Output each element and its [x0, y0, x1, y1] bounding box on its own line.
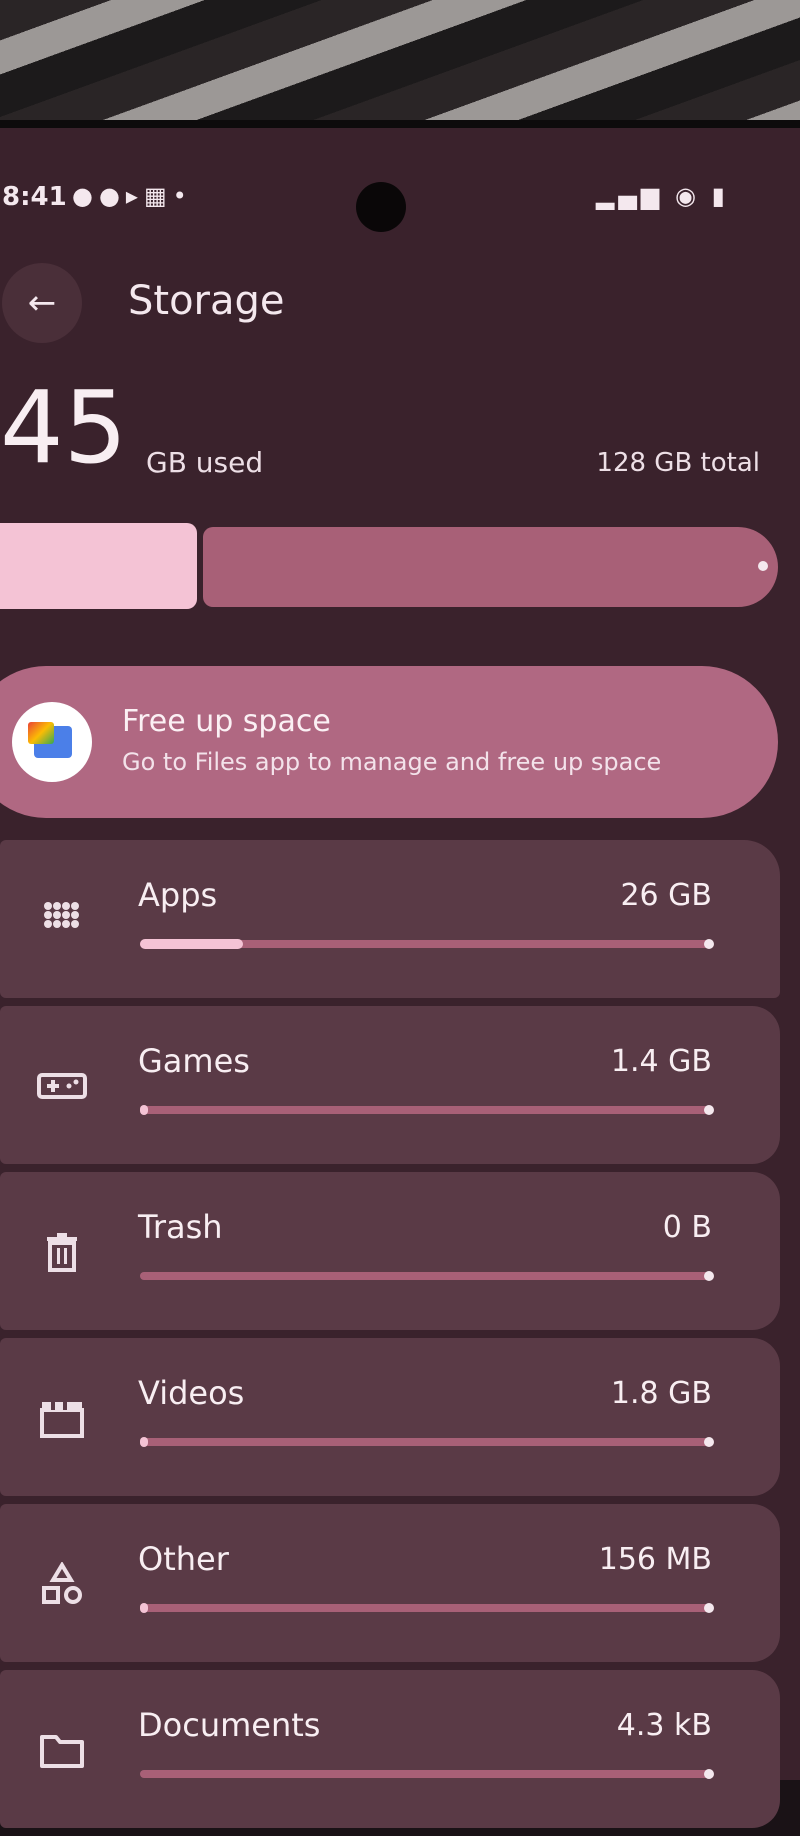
snapchat-icon: ● — [72, 182, 99, 210]
category-size: 0 B — [662, 1210, 712, 1245]
wifi-icon: ◉ — [675, 182, 700, 210]
category-bar-end-dot — [704, 1437, 714, 1447]
category-bar-end-dot — [704, 1769, 714, 1779]
category-label: Other — [138, 1540, 229, 1578]
category-usage-fill — [140, 1105, 148, 1115]
gallery-icon: ▦ — [143, 182, 173, 210]
category-size: 26 GB — [620, 878, 712, 913]
storage-free-track — [203, 527, 778, 607]
category-size: 1.8 GB — [610, 1376, 712, 1411]
apps-grid-icon — [32, 890, 92, 950]
status-time: 8:41 — [2, 182, 67, 212]
category-usage-fill — [140, 939, 243, 949]
category-size: 1.4 GB — [610, 1044, 712, 1079]
video-clapper-icon — [32, 1388, 92, 1448]
category-label: Documents — [138, 1706, 321, 1744]
system-icons: ▂▄▆ ◉ ▮ — [596, 182, 729, 210]
bing-icon: ▸ — [125, 182, 144, 210]
notification-icons: ●●▸▦• — [72, 182, 193, 210]
free-up-subtitle: Go to Files app to manage and free up sp… — [122, 748, 662, 776]
category-usage-bar — [140, 1603, 714, 1613]
photo-background — [0, 0, 800, 140]
files-icon-colors — [28, 722, 54, 744]
snapchat-icon: ● — [98, 182, 126, 210]
category-other[interactable]: Other 156 MB — [0, 1504, 780, 1662]
category-size: 4.3 kB — [616, 1708, 712, 1743]
page-title: Storage — [128, 278, 285, 324]
shapes-icon — [32, 1554, 92, 1614]
category-usage-bar — [140, 1271, 714, 1281]
category-label: Trash — [138, 1208, 223, 1246]
category-apps[interactable]: Apps 26 GB — [0, 840, 780, 998]
files-app-icon — [12, 702, 92, 782]
back-button[interactable]: ← — [2, 263, 82, 343]
storage-used-fill — [0, 523, 197, 609]
category-usage-bar — [140, 1105, 714, 1115]
category-size: 156 MB — [598, 1542, 712, 1577]
category-label: Games — [138, 1042, 250, 1080]
category-documents[interactable]: Documents 4.3 kB — [0, 1670, 780, 1828]
trash-icon — [32, 1222, 92, 1282]
category-usage-bar — [140, 939, 714, 949]
free-up-title: Free up space — [122, 704, 331, 739]
category-games[interactable]: Games 1.4 GB — [0, 1006, 780, 1164]
category-usage-fill — [140, 1603, 148, 1613]
category-bar-end-dot — [704, 939, 714, 949]
dot-icon: • — [172, 182, 193, 210]
storage-usage-bar — [0, 523, 778, 609]
gamepad-icon — [32, 1056, 92, 1116]
camera-cutout — [356, 182, 406, 232]
category-bar-end-dot — [704, 1271, 714, 1281]
category-label: Apps — [138, 876, 218, 914]
battery-icon: ▮ — [711, 182, 729, 210]
folder-icon — [32, 1720, 92, 1780]
category-bar-end-dot — [704, 1603, 714, 1613]
arrow-left-icon: ← — [27, 283, 57, 323]
category-list: Apps 26 GB Games 1.4 GB Trash 0 B Videos… — [0, 840, 780, 1836]
category-usage-bar — [140, 1437, 714, 1447]
total-storage: 128 GB total — [596, 448, 760, 478]
signal-icon: ▂▄▆ — [596, 182, 664, 210]
category-usage-bar — [140, 1769, 714, 1779]
category-usage-fill — [140, 1437, 148, 1447]
category-bar-end-dot — [704, 1105, 714, 1115]
used-value: 45 — [0, 369, 128, 486]
used-unit: GB used — [146, 446, 264, 479]
phone-screen: 8:41 ●●▸▦• ▂▄▆ ◉ ▮ ← Storage 45 GB used … — [0, 120, 800, 1828]
category-trash[interactable]: Trash 0 B — [0, 1172, 780, 1330]
category-videos[interactable]: Videos 1.8 GB — [0, 1338, 780, 1496]
free-up-space-card[interactable]: Free up space Go to Files app to manage … — [0, 666, 778, 818]
storage-end-dot — [758, 561, 768, 571]
category-label: Videos — [138, 1374, 245, 1412]
